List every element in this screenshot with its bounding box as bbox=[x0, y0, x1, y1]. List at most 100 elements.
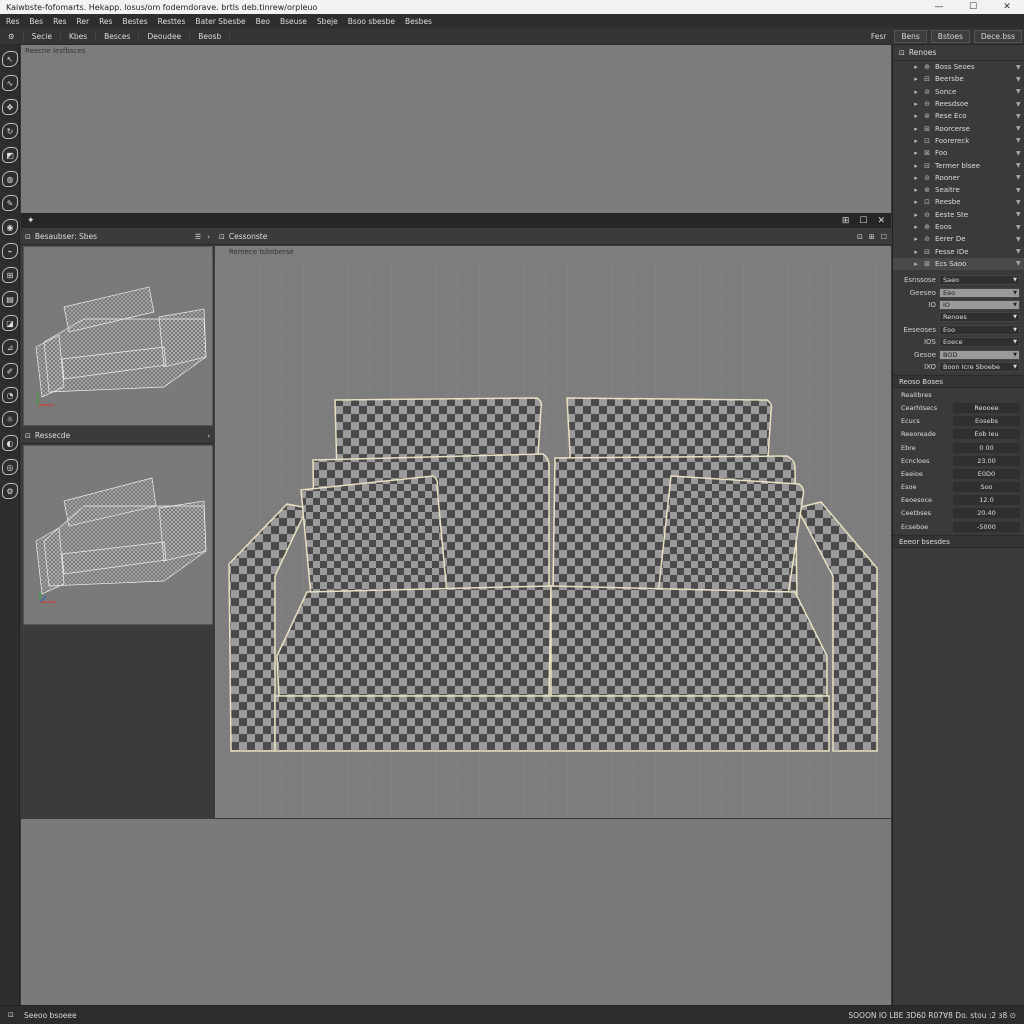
minimize-button[interactable]: — bbox=[922, 0, 956, 14]
visibility-icon[interactable]: ▸ bbox=[911, 260, 921, 268]
move-tool-icon[interactable]: ✥ bbox=[2, 99, 18, 115]
attribute-field[interactable]: E0D0 bbox=[953, 468, 1020, 479]
chevron-down-icon[interactable]: ▼ bbox=[1016, 174, 1024, 181]
visibility-icon[interactable]: ▸ bbox=[911, 125, 921, 133]
rotate-tool-icon[interactable]: ↻ bbox=[2, 123, 18, 139]
outliner-item[interactable]: ▸ ⊘ Rooner ▼ bbox=[893, 172, 1024, 184]
visibility-icon[interactable]: ▸ bbox=[911, 162, 921, 170]
menu-item[interactable]: Res bbox=[49, 17, 72, 26]
visibility-icon[interactable]: ▸ bbox=[911, 112, 921, 120]
toolbar-item[interactable]: Kbes bbox=[61, 31, 97, 41]
visibility-icon[interactable]: ▸ bbox=[911, 75, 921, 83]
outliner-item[interactable]: ▸ ⊖ Eeste Ste ▼ bbox=[893, 209, 1024, 221]
toolbar-right-button[interactable]: Dece.bss bbox=[973, 29, 1022, 43]
toolbar-item[interactable]: Besces bbox=[96, 31, 140, 41]
attribute-field[interactable]: 20.40 bbox=[953, 508, 1020, 519]
property-field[interactable]: Eoece ▼ bbox=[939, 337, 1020, 348]
attributes-section-title[interactable]: Reoso Boses bbox=[893, 375, 1024, 389]
outliner-item[interactable]: ▸ ⊕ Seaitre ▼ bbox=[893, 184, 1024, 196]
bevel-tool-icon[interactable]: ◪ bbox=[2, 315, 18, 331]
outliner-item[interactable]: ▸ ⊖ Reesdsoe ▼ bbox=[893, 98, 1024, 110]
property-field[interactable]: Saeo ▼ bbox=[939, 275, 1020, 286]
outliner-item[interactable]: ▸ ⊘ Eerer De ▼ bbox=[893, 233, 1024, 245]
property-field[interactable]: Eoo ▼ bbox=[939, 324, 1020, 335]
chevron-down-icon[interactable]: ▼ bbox=[1016, 113, 1024, 120]
chevron-down-icon[interactable]: ▼ bbox=[1013, 277, 1019, 283]
chevron-down-icon[interactable]: ▼ bbox=[1013, 352, 1019, 358]
menu-item[interactable]: Bsoo sbesbe bbox=[344, 17, 401, 26]
visibility-icon[interactable]: ▸ bbox=[911, 211, 921, 219]
maximize-button[interactable]: ☐ bbox=[956, 0, 990, 14]
attribute-field[interactable]: 23.00 bbox=[953, 455, 1020, 466]
thumbnail-viewport-2[interactable] bbox=[23, 445, 213, 625]
menu-item[interactable]: Res bbox=[95, 17, 118, 26]
maximize-panel-icon[interactable]: ☐ bbox=[859, 216, 867, 226]
lasso-tool-icon[interactable]: ∿ bbox=[2, 75, 18, 91]
chevron-down-icon[interactable]: ▼ bbox=[1016, 248, 1024, 255]
chevron-down-icon[interactable]: ▼ bbox=[1016, 162, 1024, 169]
outliner-item[interactable]: ▸ ⊕ Eoos ▼ bbox=[893, 221, 1024, 233]
attribute-field[interactable]: -5000 bbox=[953, 521, 1020, 532]
outliner-item[interactable]: ▸ ⊘ Sonce ▼ bbox=[893, 86, 1024, 98]
visibility-icon[interactable]: ▸ bbox=[911, 174, 921, 182]
menu-item[interactable]: Sbeje bbox=[313, 17, 344, 26]
visibility-icon[interactable]: ▸ bbox=[911, 223, 921, 231]
toolbar-right-button[interactable]: Bens bbox=[894, 29, 927, 43]
visibility-icon[interactable]: ▸ bbox=[911, 198, 921, 206]
visibility-icon[interactable]: ▸ bbox=[911, 100, 921, 108]
menu-item[interactable]: Besbes bbox=[401, 17, 438, 26]
timeline-area[interactable] bbox=[21, 819, 891, 1005]
sculpt-tool-icon[interactable]: ◍ bbox=[2, 171, 18, 187]
toolbar-item[interactable]: Deoudee bbox=[139, 31, 191, 41]
property-field[interactable]: Eeo ▼ bbox=[939, 287, 1020, 298]
outliner-item[interactable]: ▸ ⊡ Reesbe ▼ bbox=[893, 196, 1024, 208]
chevron-down-icon[interactable]: ▼ bbox=[1013, 364, 1019, 370]
visibility-icon[interactable]: ▸ bbox=[911, 63, 921, 71]
brush-tool-icon[interactable]: ✎ bbox=[2, 195, 18, 211]
menu-item[interactable]: Bes bbox=[25, 17, 49, 26]
visibility-icon[interactable]: ▸ bbox=[911, 248, 921, 256]
pin-icon[interactable]: ✦ bbox=[21, 216, 35, 226]
measure-tool-icon[interactable]: ⊿ bbox=[2, 339, 18, 355]
property-field[interactable]: IO ▼ bbox=[939, 300, 1020, 311]
attribute-field[interactable]: Reooee bbox=[953, 402, 1020, 413]
outliner-item[interactable]: ▸ ⊞ Roorcerse ▼ bbox=[893, 122, 1024, 134]
chevron-down-icon[interactable]: ▼ bbox=[1013, 290, 1019, 296]
menu-item[interactable]: Bater Sbesbe bbox=[191, 17, 251, 26]
paint-tool-icon[interactable]: ◉ bbox=[2, 219, 18, 235]
annotate-tool-icon[interactable]: ✐ bbox=[2, 363, 18, 379]
toolbar-right-button[interactable]: Bstoes bbox=[930, 29, 970, 43]
menu-item[interactable]: Res bbox=[2, 17, 25, 26]
layout-icon[interactable]: ⊞ bbox=[869, 233, 875, 241]
menu-item[interactable]: Bseuse bbox=[276, 17, 313, 26]
property-field[interactable]: Boon Icre Sboebe ▼ bbox=[939, 361, 1020, 372]
property-field[interactable]: Renoes ▼ bbox=[939, 312, 1020, 323]
outliner-item[interactable]: ▸ ⊟ Termer blsee ▼ bbox=[893, 159, 1024, 171]
chevron-down-icon[interactable]: ▼ bbox=[1013, 327, 1019, 333]
knife-tool-icon[interactable]: ⌁ bbox=[2, 243, 18, 259]
chevron-down-icon[interactable]: ▼ bbox=[1016, 236, 1024, 243]
visibility-icon[interactable]: ▸ bbox=[911, 137, 921, 145]
thumbnail-viewport-1[interactable] bbox=[23, 246, 213, 426]
scale-tool-icon[interactable]: ◩ bbox=[2, 147, 18, 163]
chevron-down-icon[interactable]: ▼ bbox=[1016, 187, 1024, 194]
property-field[interactable]: BOD ▼ bbox=[939, 349, 1020, 360]
bottom-section-title[interactable]: Eeeor bsesdes bbox=[893, 535, 1024, 549]
chevron-down-icon[interactable]: ▼ bbox=[1016, 125, 1024, 132]
chevron-down-icon[interactable]: ▼ bbox=[1016, 211, 1024, 218]
menu-item[interactable]: Rer bbox=[72, 17, 95, 26]
gear-icon[interactable]: ⚙ bbox=[0, 31, 24, 41]
visibility-icon[interactable]: ▸ bbox=[911, 186, 921, 194]
outliner-item[interactable]: ▸ ⊠ Ecs Saoo ▼ bbox=[893, 257, 1024, 271]
visibility-icon[interactable]: ▸ bbox=[911, 88, 921, 96]
attribute-field[interactable]: 0 00 bbox=[953, 442, 1020, 453]
main-viewport[interactable]: Remece Isiteberse bbox=[215, 246, 891, 818]
toolbar-right-item[interactable]: Fesr bbox=[865, 32, 893, 41]
chevron-down-icon[interactable]: ▼ bbox=[1016, 88, 1024, 95]
settings-tool-icon[interactable]: ⚙ bbox=[2, 483, 18, 499]
chevron-down-icon[interactable]: ▼ bbox=[1016, 199, 1024, 206]
chevron-down-icon[interactable]: ▼ bbox=[1016, 101, 1024, 108]
chevron-down-icon[interactable]: ▼ bbox=[1013, 302, 1019, 308]
chevron-down-icon[interactable]: ▼ bbox=[1016, 224, 1024, 231]
attribute-field[interactable]: Eob Ieu bbox=[953, 429, 1020, 440]
